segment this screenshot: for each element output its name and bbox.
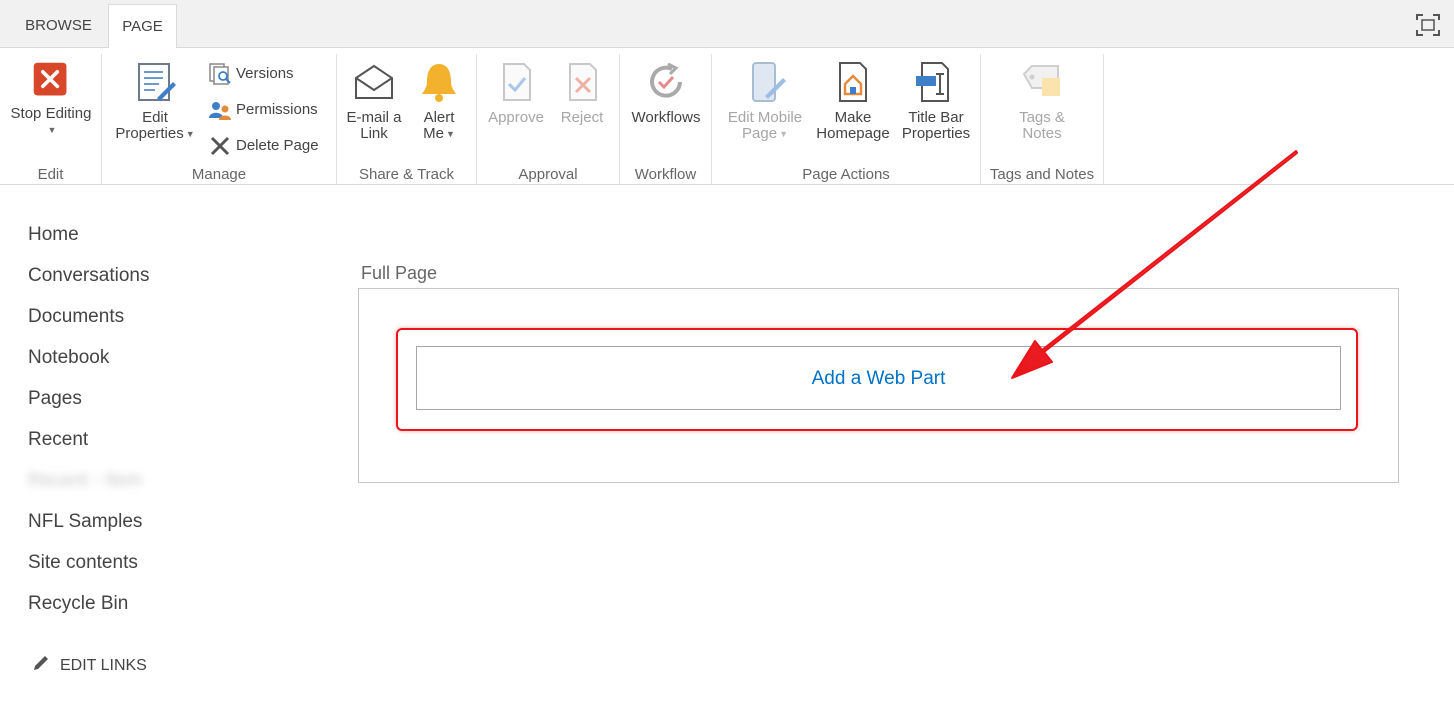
email-label-2: Link — [360, 125, 388, 142]
alert-label-1: Alert — [423, 109, 455, 126]
add-web-part-button[interactable]: Add a Web Part — [416, 346, 1341, 410]
edit-properties-icon — [138, 63, 176, 101]
chevron-down-icon: ▼ — [779, 129, 788, 140]
delete-icon — [210, 136, 230, 156]
group-label-approval: Approval — [518, 166, 578, 183]
tab-browse[interactable]: BROWSE — [10, 4, 107, 48]
nav-item-recent-subitem[interactable]: Recent - Item — [28, 466, 149, 507]
delete-page-button[interactable]: Delete Page — [208, 134, 319, 158]
reject-label: Reject — [560, 109, 604, 126]
alert-me-button[interactable]: Alert Me ▼ — [413, 60, 465, 142]
ribbon-tab-strip: BROWSE PAGE — [0, 0, 1454, 49]
email-icon — [355, 64, 393, 99]
tags-label-2: Notes — [1022, 125, 1062, 142]
nav-item-notebook[interactable]: Notebook — [28, 343, 149, 384]
ribbon-group-share-track: E-mail a Link Alert Me ▼ Share & Track — [337, 54, 477, 185]
versions-icon — [209, 63, 231, 85]
reject-button[interactable]: Reject — [555, 60, 609, 126]
ribbon-group-page-actions: Edit Mobile Page ▼ Make Homepage Title Ba… — [712, 54, 981, 185]
chevron-down-icon: ▼ — [47, 125, 57, 136]
mobile-label-1: Edit Mobile — [727, 109, 803, 126]
nav-item-home[interactable]: Home — [28, 220, 149, 261]
approve-button[interactable]: Approve — [483, 60, 549, 126]
quick-launch-nav: Home Conversations Documents Notebook Pa… — [28, 220, 149, 630]
ribbon: Stop Editing ▼ Edit Edit Properties ▼ Ver… — [0, 48, 1454, 185]
nav-item-recycle-bin[interactable]: Recycle Bin — [28, 589, 149, 630]
homepage-icon — [839, 62, 867, 102]
ribbon-group-manage: Edit Properties ▼ Versions Permissions De… — [102, 54, 337, 185]
edit-mobile-page-button[interactable]: Edit Mobile Page ▼ — [718, 60, 812, 142]
ribbon-group-workflow: Workflows Workflow — [620, 54, 712, 185]
group-label-tags-notes: Tags and Notes — [989, 166, 1095, 183]
edit-links-button[interactable]: EDIT LINKS — [32, 654, 147, 675]
versions-label: Versions — [236, 65, 294, 82]
tags-icon — [1022, 65, 1060, 96]
chevron-down-icon: ▼ — [185, 129, 195, 140]
group-label-edit: Edit — [37, 166, 64, 183]
stop-editing-button[interactable]: Stop Editing ▼ — [4, 60, 98, 138]
group-label-workflow: Workflow — [634, 166, 697, 183]
titlebar-label-1: Title Bar — [908, 109, 964, 126]
nav-item-documents[interactable]: Documents — [28, 302, 149, 343]
ribbon-group-edit: Stop Editing ▼ Edit — [0, 54, 102, 185]
edit-links-label: EDIT LINKS — [60, 657, 147, 674]
tab-page[interactable]: PAGE — [108, 4, 177, 49]
ribbon-group-approval: Approve Reject Approval — [477, 54, 620, 185]
tags-label-1: Tags & — [1019, 109, 1065, 126]
group-label-page-actions: Page Actions — [802, 166, 890, 183]
versions-button[interactable]: Versions — [208, 62, 294, 86]
title-bar-icon — [916, 62, 949, 102]
permissions-icon — [209, 102, 231, 121]
reject-icon — [569, 63, 597, 101]
nav-item-pages[interactable]: Pages — [28, 384, 149, 425]
alert-label-2: Me — [423, 125, 444, 142]
chevron-down-icon: ▼ — [445, 129, 455, 140]
ribbon-group-tags-notes: Tags & Notes Tags and Notes — [981, 54, 1104, 185]
delete-page-label: Delete Page — [236, 137, 319, 154]
approve-label: Approve — [488, 109, 544, 126]
workflows-button[interactable]: Workflows — [624, 60, 708, 126]
permissions-label: Permissions — [236, 101, 318, 118]
approve-icon — [503, 63, 531, 101]
homepage-label-1: Make — [834, 109, 872, 126]
group-label-share-track: Share & Track — [358, 166, 455, 183]
focus-on-content-icon[interactable] — [1416, 14, 1440, 36]
title-bar-properties-button[interactable]: Title Bar Properties — [896, 60, 976, 142]
group-label-manage: Manage — [191, 166, 247, 183]
homepage-label-2: Homepage — [816, 125, 890, 142]
edit-properties-button[interactable]: Edit Properties ▼ — [110, 60, 200, 142]
bell-icon — [422, 64, 456, 102]
stop-editing-label: Stop Editing — [10, 105, 92, 122]
workflows-icon — [650, 62, 682, 98]
pencil-icon — [34, 656, 48, 670]
edit-properties-label-2: Properties — [115, 125, 184, 142]
permissions-button[interactable]: Permissions — [208, 98, 318, 122]
workflows-label: Workflows — [631, 109, 701, 126]
email-label-1: E-mail a — [346, 109, 402, 126]
titlebar-label-2: Properties — [901, 125, 971, 142]
nav-item-recent[interactable]: Recent — [28, 425, 149, 466]
tags-notes-button[interactable]: Tags & Notes — [995, 60, 1089, 142]
edit-properties-label-1: Edit — [142, 109, 168, 126]
nav-item-conversations[interactable]: Conversations — [28, 261, 149, 302]
mobile-edit-icon — [752, 62, 786, 102]
nav-item-site-contents[interactable]: Site contents — [28, 548, 149, 589]
stop-editing-icon — [33, 62, 67, 96]
make-homepage-button[interactable]: Make Homepage — [812, 60, 894, 142]
nav-item-nfl-samples[interactable]: NFL Samples — [28, 507, 149, 548]
mobile-label-2: Page — [742, 125, 778, 142]
email-link-button[interactable]: E-mail a Link — [341, 60, 407, 142]
zone-title: Full Page — [361, 263, 438, 283]
